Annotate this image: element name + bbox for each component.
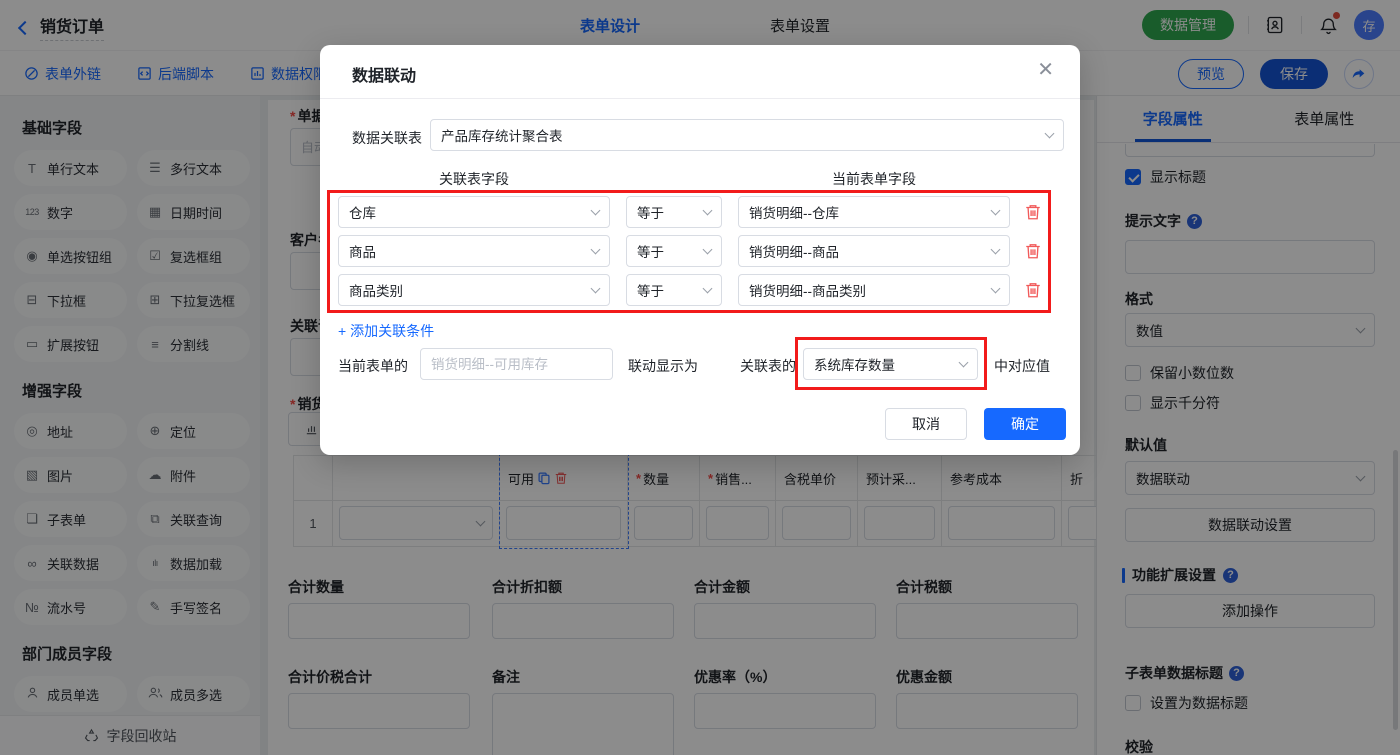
current-form-fields-column-header: 当前表单字段	[832, 171, 916, 187]
condition-1-operator-select[interactable]: 等于	[626, 196, 722, 228]
condition-3-operator-select[interactable]: 等于	[626, 274, 722, 306]
condition-3-left-select[interactable]: 商品类别	[338, 274, 610, 306]
current-form-label: 当前表单的	[338, 358, 408, 374]
chevron-down-icon	[958, 357, 969, 368]
chevron-down-icon	[702, 205, 713, 216]
chevron-down-icon	[990, 244, 1001, 255]
condition-2-right-select[interactable]: 销货明细--商品	[738, 235, 1010, 267]
cancel-button[interactable]: 取消	[885, 408, 967, 440]
modal-header: 数据联动 ✕	[320, 45, 1080, 99]
condition-2-left-select[interactable]: 商品	[338, 235, 610, 267]
modal-title: 数据联动	[352, 68, 417, 85]
close-icon[interactable]: ✕	[1037, 60, 1054, 80]
relation-table-of-label: 关联表的	[740, 358, 796, 374]
current-field-input[interactable]	[420, 348, 613, 380]
condition-1-delete-icon[interactable]	[1024, 203, 1042, 221]
condition-2-operator-select[interactable]: 等于	[626, 235, 722, 267]
chevron-down-icon	[702, 244, 713, 255]
chevron-down-icon	[590, 205, 601, 216]
condition-3-delete-icon[interactable]	[1024, 281, 1042, 299]
relation-field-select[interactable]: 系统库存数量	[803, 348, 978, 380]
display-as-label: 联动显示为	[628, 358, 698, 374]
condition-2-delete-icon[interactable]	[1024, 242, 1042, 260]
relation-fields-column-header: 关联表字段	[439, 171, 509, 187]
corresponding-value-label: 中对应值	[994, 358, 1050, 374]
chevron-down-icon	[590, 283, 601, 294]
chevron-down-icon	[1044, 128, 1055, 139]
relation-table-select[interactable]: 产品库存统计聚合表	[430, 119, 1064, 151]
condition-1-left-select[interactable]: 仓库	[338, 196, 610, 228]
chevron-down-icon	[990, 283, 1001, 294]
relation-table-label: 数据关联表	[352, 130, 422, 146]
condition-3-right-select[interactable]: 销货明细--商品类别	[738, 274, 1010, 306]
chevron-down-icon	[590, 244, 601, 255]
add-condition-link[interactable]: + 添加关联条件	[338, 321, 434, 341]
data-linkage-modal: 数据联动 ✕ 数据关联表 产品库存统计聚合表 关联表字段 当前表单字段 仓库 等…	[320, 45, 1080, 455]
confirm-button[interactable]: 确定	[984, 408, 1066, 440]
chevron-down-icon	[990, 205, 1001, 216]
chevron-down-icon	[702, 283, 713, 294]
condition-1-right-select[interactable]: 销货明细--仓库	[738, 196, 1010, 228]
